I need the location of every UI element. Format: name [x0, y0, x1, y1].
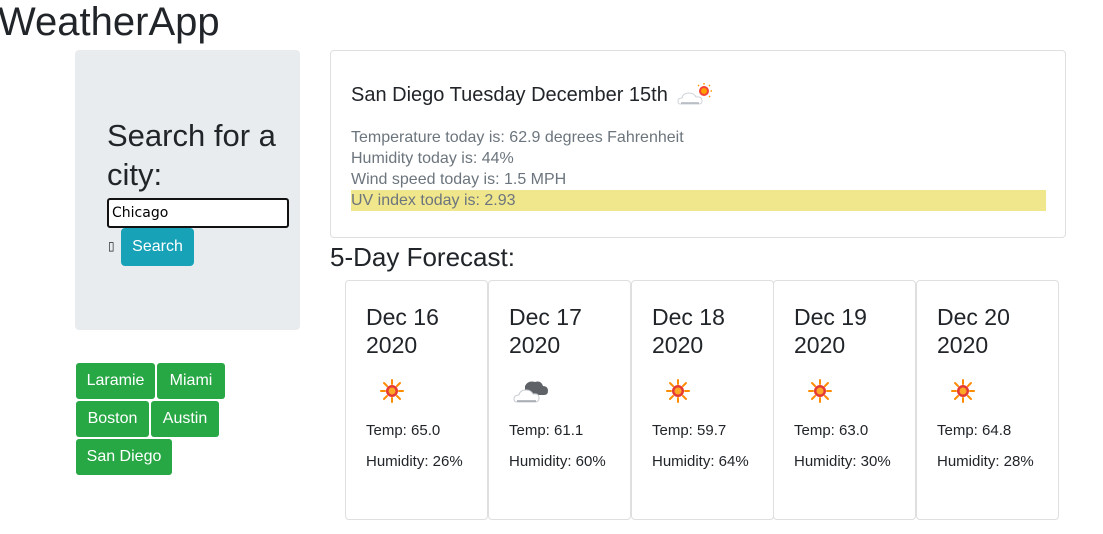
search-button[interactable]: Search [121, 228, 194, 266]
forecast-date: Dec 17 2020 [509, 304, 582, 358]
forecast-humidity: Humidity: 60% [509, 453, 606, 470]
forecast-humidity: Humidity: 64% [652, 453, 749, 470]
forecast-date: Dec 16 2020 [366, 304, 439, 358]
forecast-date: Dec 18 2020 [652, 304, 725, 358]
history-button-san-diego[interactable]: San Diego [76, 439, 172, 475]
sun-icon [380, 379, 404, 403]
history-button-miami[interactable]: Miami [157, 363, 225, 399]
search-panel: Search for a city: ▯ Search [75, 50, 300, 330]
current-humidity: Humidity today is: 44% [351, 150, 514, 167]
forecast-temp: Temp: 65.0 [366, 422, 441, 439]
forecast-temp: Temp: 61.1 [509, 422, 584, 439]
search-heading: Search for a city: [107, 118, 276, 192]
current-city-date: San Diego Tuesday December 15th [351, 84, 668, 106]
partly-cloudy-day-icon [676, 82, 716, 108]
forecast-card: Dec 17 2020 Temp: 61.1 Humidity: 60% [488, 280, 631, 520]
sun-icon [666, 379, 690, 403]
current-weather-card: San Diego Tuesday December 15th Temperat… [330, 50, 1066, 238]
forecast-humidity: Humidity: 28% [937, 453, 1034, 470]
forecast-card: Dec 16 2020 Temp: 65.0 Humidity: 26% [345, 280, 488, 520]
checkbox-glyph: ▯ [108, 239, 115, 253]
forecast-card: Dec 19 2020 Temp: 63.0 Humidity: 30% [773, 280, 916, 520]
forecast-heading: 5-Day Forecast: [330, 242, 515, 272]
forecast-temp: Temp: 64.8 [937, 422, 1012, 439]
sun-icon [951, 379, 975, 403]
app-title: WeatherApp [0, 0, 220, 44]
forecast-date: Dec 19 2020 [794, 304, 867, 358]
forecast-temp: Temp: 59.7 [652, 422, 727, 439]
city-search-input[interactable] [107, 198, 289, 228]
current-weather-title: San Diego Tuesday December 15th [351, 81, 716, 109]
current-temperature: Temperature today is: 62.9 degrees Fahre… [351, 129, 684, 146]
forecast-date: Dec 20 2020 [937, 304, 1010, 358]
cloud-icon [513, 380, 549, 403]
history-button-boston[interactable]: Boston [76, 401, 149, 437]
history-button-laramie[interactable]: Laramie [76, 363, 155, 399]
history-button-austin[interactable]: Austin [151, 401, 219, 437]
forecast-humidity: Humidity: 26% [366, 453, 463, 470]
forecast-temp: Temp: 63.0 [794, 422, 869, 439]
sun-icon [808, 379, 832, 403]
forecast-humidity: Humidity: 30% [794, 453, 891, 470]
current-wind-speed: Wind speed today is: 1.5 MPH [351, 171, 567, 188]
forecast-card: Dec 20 2020 Temp: 64.8 Humidity: 28% [916, 280, 1059, 520]
forecast-card: Dec 18 2020 Temp: 59.7 Humidity: 64% [631, 280, 774, 520]
current-uv-index: UV index today is: 2.93 [351, 190, 1046, 211]
